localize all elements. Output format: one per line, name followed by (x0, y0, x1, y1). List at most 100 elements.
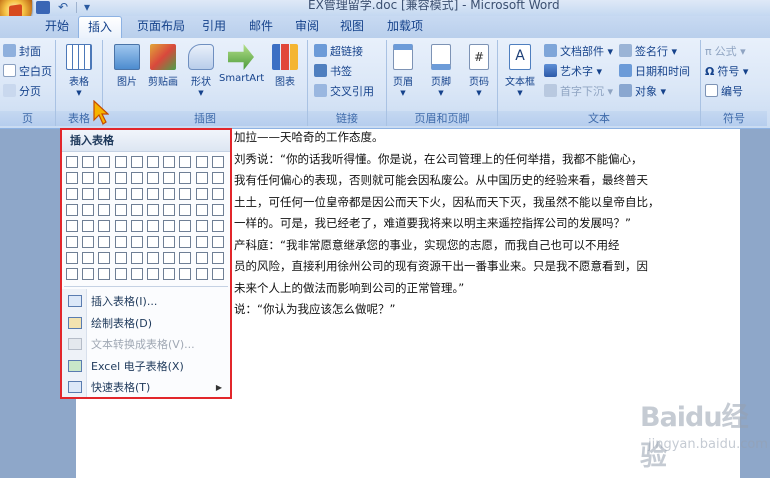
grid-cell[interactable] (114, 236, 127, 248)
page-break-button[interactable]: 分页 (3, 83, 41, 101)
grid-cell[interactable] (82, 204, 95, 216)
grid-cell[interactable] (211, 172, 224, 184)
grid-cell[interactable] (179, 156, 192, 168)
grid-cell[interactable] (98, 236, 111, 248)
grid-cell[interactable] (82, 172, 95, 184)
drop-cap-button[interactable]: 首字下沉 ▾ (544, 83, 613, 101)
grid-cell[interactable] (82, 252, 95, 264)
grid-cell[interactable] (82, 156, 95, 168)
date-time-button[interactable]: 日期和时间 (619, 63, 690, 81)
grid-cell[interactable] (98, 188, 111, 200)
bookmark-button[interactable]: 书签 (314, 63, 352, 81)
shapes-button[interactable]: 形状 ▼ (179, 44, 223, 97)
grid-cell[interactable] (66, 172, 78, 184)
grid-cell[interactable] (179, 236, 192, 248)
grid-cell[interactable] (179, 268, 192, 280)
grid-cell[interactable] (114, 204, 127, 216)
quick-parts-button[interactable]: 文档部件 ▾ (544, 43, 613, 61)
equation-button[interactable]: π 公式 ▾ (705, 43, 746, 61)
cover-page-button[interactable]: 封面 (3, 43, 41, 61)
grid-cell[interactable] (98, 268, 111, 280)
tab-insert[interactable]: 插入 (78, 16, 123, 39)
grid-cell[interactable] (130, 156, 143, 168)
grid-cell[interactable] (82, 236, 95, 248)
cross-reference-button[interactable]: 交叉引用 (314, 83, 374, 101)
tab-review[interactable]: 审阅 (286, 16, 328, 37)
tab-home[interactable]: 开始 (36, 16, 78, 37)
grid-cell[interactable] (211, 188, 224, 200)
grid-cell[interactable] (114, 156, 127, 168)
grid-cell[interactable] (66, 188, 78, 200)
object-button[interactable]: 对象 ▾ (619, 83, 666, 101)
grid-cell[interactable] (163, 172, 176, 184)
grid-cell[interactable] (179, 220, 192, 232)
grid-cell[interactable] (211, 220, 224, 232)
signature-line-button[interactable]: 签名行 ▾ (619, 43, 677, 61)
save-icon[interactable] (36, 1, 50, 14)
grid-cell[interactable] (147, 204, 159, 216)
wordart-button[interactable]: 艺术字 ▾ (544, 63, 602, 81)
menu-item[interactable]: Excel 电子表格(X) (62, 356, 230, 377)
grid-cell[interactable] (147, 172, 159, 184)
tab-references[interactable]: 引用 (193, 16, 235, 37)
grid-cell[interactable] (114, 172, 127, 184)
grid-cell[interactable] (98, 204, 111, 216)
footer-button[interactable]: 页脚 ▼ (421, 44, 461, 97)
header-button[interactable]: 页眉 ▼ (383, 44, 423, 97)
menu-item[interactable]: 快速表格(T) ▶ (62, 377, 230, 398)
grid-cell[interactable] (130, 204, 143, 216)
menu-item[interactable]: 插入表格(I)... (62, 291, 230, 312)
grid-cell[interactable] (211, 156, 224, 168)
grid-cell[interactable] (82, 188, 95, 200)
grid-cell[interactable] (82, 268, 95, 280)
grid-cell[interactable] (147, 188, 159, 200)
grid-cell[interactable] (114, 188, 127, 200)
grid-cell[interactable] (179, 188, 192, 200)
grid-cell[interactable] (114, 220, 127, 232)
grid-cell[interactable] (66, 252, 78, 264)
grid-cell[interactable] (130, 268, 143, 280)
grid-cell[interactable] (66, 236, 78, 248)
grid-cell[interactable] (66, 268, 78, 280)
grid-cell[interactable] (98, 156, 111, 168)
grid-cell[interactable] (195, 220, 208, 232)
tab-page-layout[interactable]: 页面布局 (128, 16, 194, 37)
grid-cell[interactable] (130, 236, 143, 248)
grid-cell[interactable] (163, 220, 176, 232)
tab-mailings[interactable]: 邮件 (240, 16, 282, 37)
grid-cell[interactable] (130, 252, 143, 264)
grid-cell[interactable] (66, 220, 78, 232)
grid-cell[interactable] (179, 252, 192, 264)
grid-cell[interactable] (179, 204, 192, 216)
symbol-button[interactable]: Ω 符号 ▾ (705, 63, 748, 81)
grid-cell[interactable] (147, 268, 159, 280)
tab-add-ins[interactable]: 加载项 (378, 16, 432, 37)
grid-cell[interactable] (98, 252, 111, 264)
page-number-button[interactable]: # 页码 ▼ (459, 44, 499, 97)
grid-cell[interactable] (211, 204, 224, 216)
grid-cell[interactable] (147, 252, 159, 264)
grid-cell[interactable] (195, 172, 208, 184)
grid-cell[interactable] (82, 220, 95, 232)
grid-cell[interactable] (195, 204, 208, 216)
grid-cell[interactable] (114, 268, 127, 280)
grid-cell[interactable] (211, 236, 224, 248)
grid-cell[interactable] (66, 156, 78, 168)
grid-cell[interactable] (211, 252, 224, 264)
grid-cell[interactable] (114, 252, 127, 264)
grid-cell[interactable] (195, 188, 208, 200)
grid-cell[interactable] (98, 220, 111, 232)
grid-cell[interactable] (130, 172, 143, 184)
hyperlink-button[interactable]: 超链接 (314, 43, 363, 61)
menu-item[interactable]: 绘制表格(D) (62, 313, 230, 334)
grid-cell[interactable] (147, 156, 159, 168)
grid-cell[interactable] (163, 236, 176, 248)
grid-cell[interactable] (163, 188, 176, 200)
grid-cell[interactable] (130, 220, 143, 232)
smartart-button[interactable]: SmartArt (219, 44, 264, 84)
text-box-button[interactable]: A 文本框 ▼ (500, 44, 540, 97)
blank-page-button[interactable]: 空白页 (3, 63, 52, 81)
tab-view[interactable]: 视图 (331, 16, 373, 37)
grid-cell[interactable] (98, 172, 111, 184)
grid-cell[interactable] (195, 156, 208, 168)
